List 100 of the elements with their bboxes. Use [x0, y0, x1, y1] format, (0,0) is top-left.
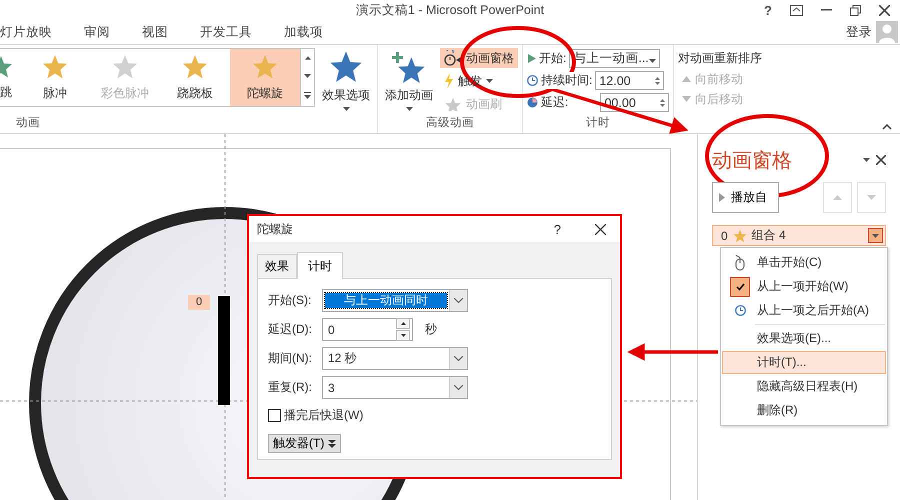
- dialog-tab[interactable]: 计时: [297, 252, 343, 279]
- triggers-button[interactable]: 触发器(T): [268, 434, 342, 453]
- item-number: 0: [721, 228, 728, 242]
- star-brush-icon: [444, 97, 462, 111]
- add-animation-button[interactable]: 添加动画: [382, 48, 436, 115]
- more-icon[interactable]: [304, 92, 311, 99]
- up-arrow-icon: [833, 195, 842, 200]
- ribbon-tab[interactable]: 灯片放映: [0, 24, 68, 40]
- help-button[interactable]: ?: [554, 222, 561, 236]
- animation-effect[interactable]: 脉冲: [20, 49, 90, 106]
- dropdown-field[interactable]: 12 秒: [322, 347, 468, 370]
- unit-label: 秒: [425, 321, 437, 338]
- menu-item[interactable]: 从上一项之后开始(A): [722, 299, 886, 322]
- spin-down-icon[interactable]: [655, 82, 660, 84]
- play-from-button[interactable]: 播放自: [712, 182, 779, 213]
- star-plus-icon: [392, 50, 426, 84]
- field-label: 延迟(D):: [268, 321, 313, 338]
- delay-label: 延迟:: [540, 94, 570, 111]
- scroll-down-icon: [304, 74, 311, 78]
- help-button[interactable]: ?: [764, 2, 772, 18]
- spin-up-button[interactable]: [396, 318, 410, 329]
- ribbon-tab[interactable]: 开发工具: [184, 24, 268, 40]
- menu-item[interactable]: 单击开始(C): [722, 251, 886, 274]
- caret-icon: [342, 107, 350, 111]
- chevron-down-icon[interactable]: [454, 385, 463, 390]
- animation-effect[interactable]: 跷跷板: [160, 49, 230, 106]
- animation-effect[interactable]: 陀螺旋: [230, 49, 300, 106]
- ribbon-display-icon[interactable]: [790, 4, 803, 16]
- dialog-tab[interactable]: 效果: [257, 254, 297, 278]
- minimize-icon[interactable]: [821, 9, 832, 11]
- ribbon-tab[interactable]: 视图: [126, 24, 184, 40]
- reorder-title: 对动画重新排序: [678, 50, 762, 67]
- spin-down-icon[interactable]: [660, 104, 666, 106]
- menu-item[interactable]: 从上一项开始(W): [722, 275, 886, 298]
- delay-clock-icon: [527, 97, 538, 108]
- caret-icon: [649, 58, 656, 62]
- star-icon: [0, 54, 14, 78]
- ribbon-tab[interactable]: 加载项: [268, 24, 339, 40]
- mouse-icon: [734, 254, 746, 270]
- down-arrow-icon: [682, 96, 691, 102]
- effect-options-button[interactable]: 效果选项: [319, 48, 373, 115]
- animation-order-badge: 0: [188, 295, 210, 310]
- caret-icon: [406, 107, 412, 111]
- group-label: 动画: [15, 116, 41, 131]
- animation-effect[interactable]: 跳: [0, 49, 20, 106]
- item-dropdown-button[interactable]: [868, 228, 883, 243]
- star-icon: [329, 50, 363, 84]
- menu-item[interactable]: 计时(T)...: [722, 351, 886, 374]
- sign-in-link[interactable]: 登录: [846, 24, 872, 40]
- pane-title: 动画窗格: [712, 148, 792, 174]
- stopwatch-icon: [444, 50, 462, 66]
- scroll-up-icon[interactable]: [304, 56, 310, 60]
- dialog-title: 陀螺旋: [257, 220, 293, 238]
- clock-icon: [734, 305, 746, 316]
- duration-label: 持续时间:: [541, 72, 592, 89]
- dropdown-field[interactable]: 3: [322, 376, 468, 399]
- checkbox-label: 播完后快退(W): [284, 407, 364, 424]
- delay-spinner[interactable]: 0: [322, 318, 413, 341]
- group-label: 计时: [585, 116, 611, 131]
- menu-item[interactable]: 删除(R): [722, 399, 886, 422]
- spin-up-icon[interactable]: [660, 98, 666, 102]
- lightning-icon: [444, 73, 454, 89]
- collapse-ribbon-icon[interactable]: [882, 124, 892, 130]
- star-icon: [252, 54, 278, 80]
- start-label: 开始:: [539, 50, 566, 67]
- window-title: 演示文稿1 - Microsoft PowerPoint: [356, 2, 544, 19]
- menu-item[interactable]: 效果选项(E)...: [722, 327, 886, 350]
- star-icon: [42, 54, 68, 80]
- animation-list-item[interactable]: 0 组合 4: [712, 225, 886, 246]
- up-arrow-icon: [400, 322, 406, 325]
- group-label: 高级动画: [425, 115, 475, 131]
- spin-up-icon[interactable]: [655, 76, 660, 80]
- clock-icon: [527, 75, 538, 86]
- checkbox[interactable]: [268, 409, 281, 422]
- star-icon: [112, 54, 138, 80]
- close-icon[interactable]: [876, 155, 886, 165]
- field-label: 开始(S):: [268, 292, 312, 309]
- field-label: 期间(N):: [268, 350, 313, 367]
- chevron-down-icon[interactable]: [454, 356, 463, 361]
- play-icon: [527, 54, 536, 63]
- duration-spinner[interactable]: 12.00: [595, 71, 664, 90]
- close-icon[interactable]: [595, 224, 606, 234]
- item-label: 组合 4: [752, 227, 786, 244]
- checkmark-icon: [730, 276, 750, 296]
- play-icon: [719, 193, 725, 202]
- close-icon[interactable]: [879, 4, 890, 16]
- down-arrow-icon: [400, 334, 406, 337]
- down-arrow-icon: [867, 195, 876, 200]
- chevron-down-icon[interactable]: [454, 298, 463, 303]
- caret-icon: [872, 234, 879, 238]
- spin-down-button[interactable]: [396, 330, 410, 341]
- field-label: 重复(R):: [268, 379, 313, 396]
- restore-icon[interactable]: [850, 4, 861, 16]
- ribbon-tab[interactable]: 审阅: [68, 24, 126, 40]
- dropdown-field[interactable]: 与上一动画同时: [322, 289, 468, 312]
- menu-item[interactable]: 隐藏高级日程表(H): [722, 375, 886, 398]
- animation-pane-button[interactable]: 动画窗格: [440, 48, 518, 68]
- star-icon: [732, 228, 747, 242]
- dropdown-icon: [863, 158, 870, 162]
- star-icon: [182, 54, 208, 80]
